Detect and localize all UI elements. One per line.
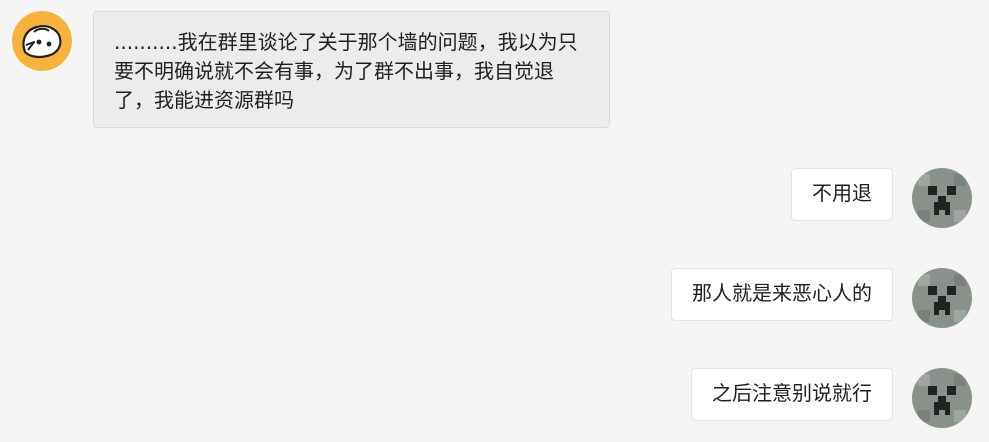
creeper-face-avatar-icon[interactable] (912, 268, 972, 328)
outgoing-message: 那人就是来恶心人的 (0, 260, 989, 340)
creeper-face-avatar-icon[interactable] (912, 368, 972, 428)
chat-message-list: ..........我在群里谈论了关于那个墙的问题，我以为只要不明确说就不会有事… (0, 0, 989, 442)
message-bubble-outgoing[interactable]: 那人就是来恶心人的 (671, 268, 893, 321)
message-bubble-incoming[interactable]: ..........我在群里谈论了关于那个墙的问题，我以为只要不明确说就不会有事… (93, 11, 610, 128)
cartoon-face-avatar-icon[interactable] (12, 11, 72, 71)
message-text: 之后注意别说就行 (712, 381, 872, 405)
message-text: ..........我在群里谈论了关于那个墙的问题，我以为只要不明确说就不会有事… (114, 30, 578, 112)
message-text: 不用退 (812, 181, 872, 205)
outgoing-message: 不用退 (0, 160, 989, 240)
message-bubble-outgoing[interactable]: 之后注意别说就行 (691, 368, 893, 421)
incoming-message: ..........我在群里谈论了关于那个墙的问题，我以为只要不明确说就不会有事… (0, 0, 989, 140)
message-bubble-outgoing[interactable]: 不用退 (791, 168, 893, 221)
outgoing-message: 之后注意别说就行 (0, 360, 989, 440)
creeper-face-avatar-icon[interactable] (912, 168, 972, 228)
message-text: 那人就是来恶心人的 (692, 281, 872, 305)
